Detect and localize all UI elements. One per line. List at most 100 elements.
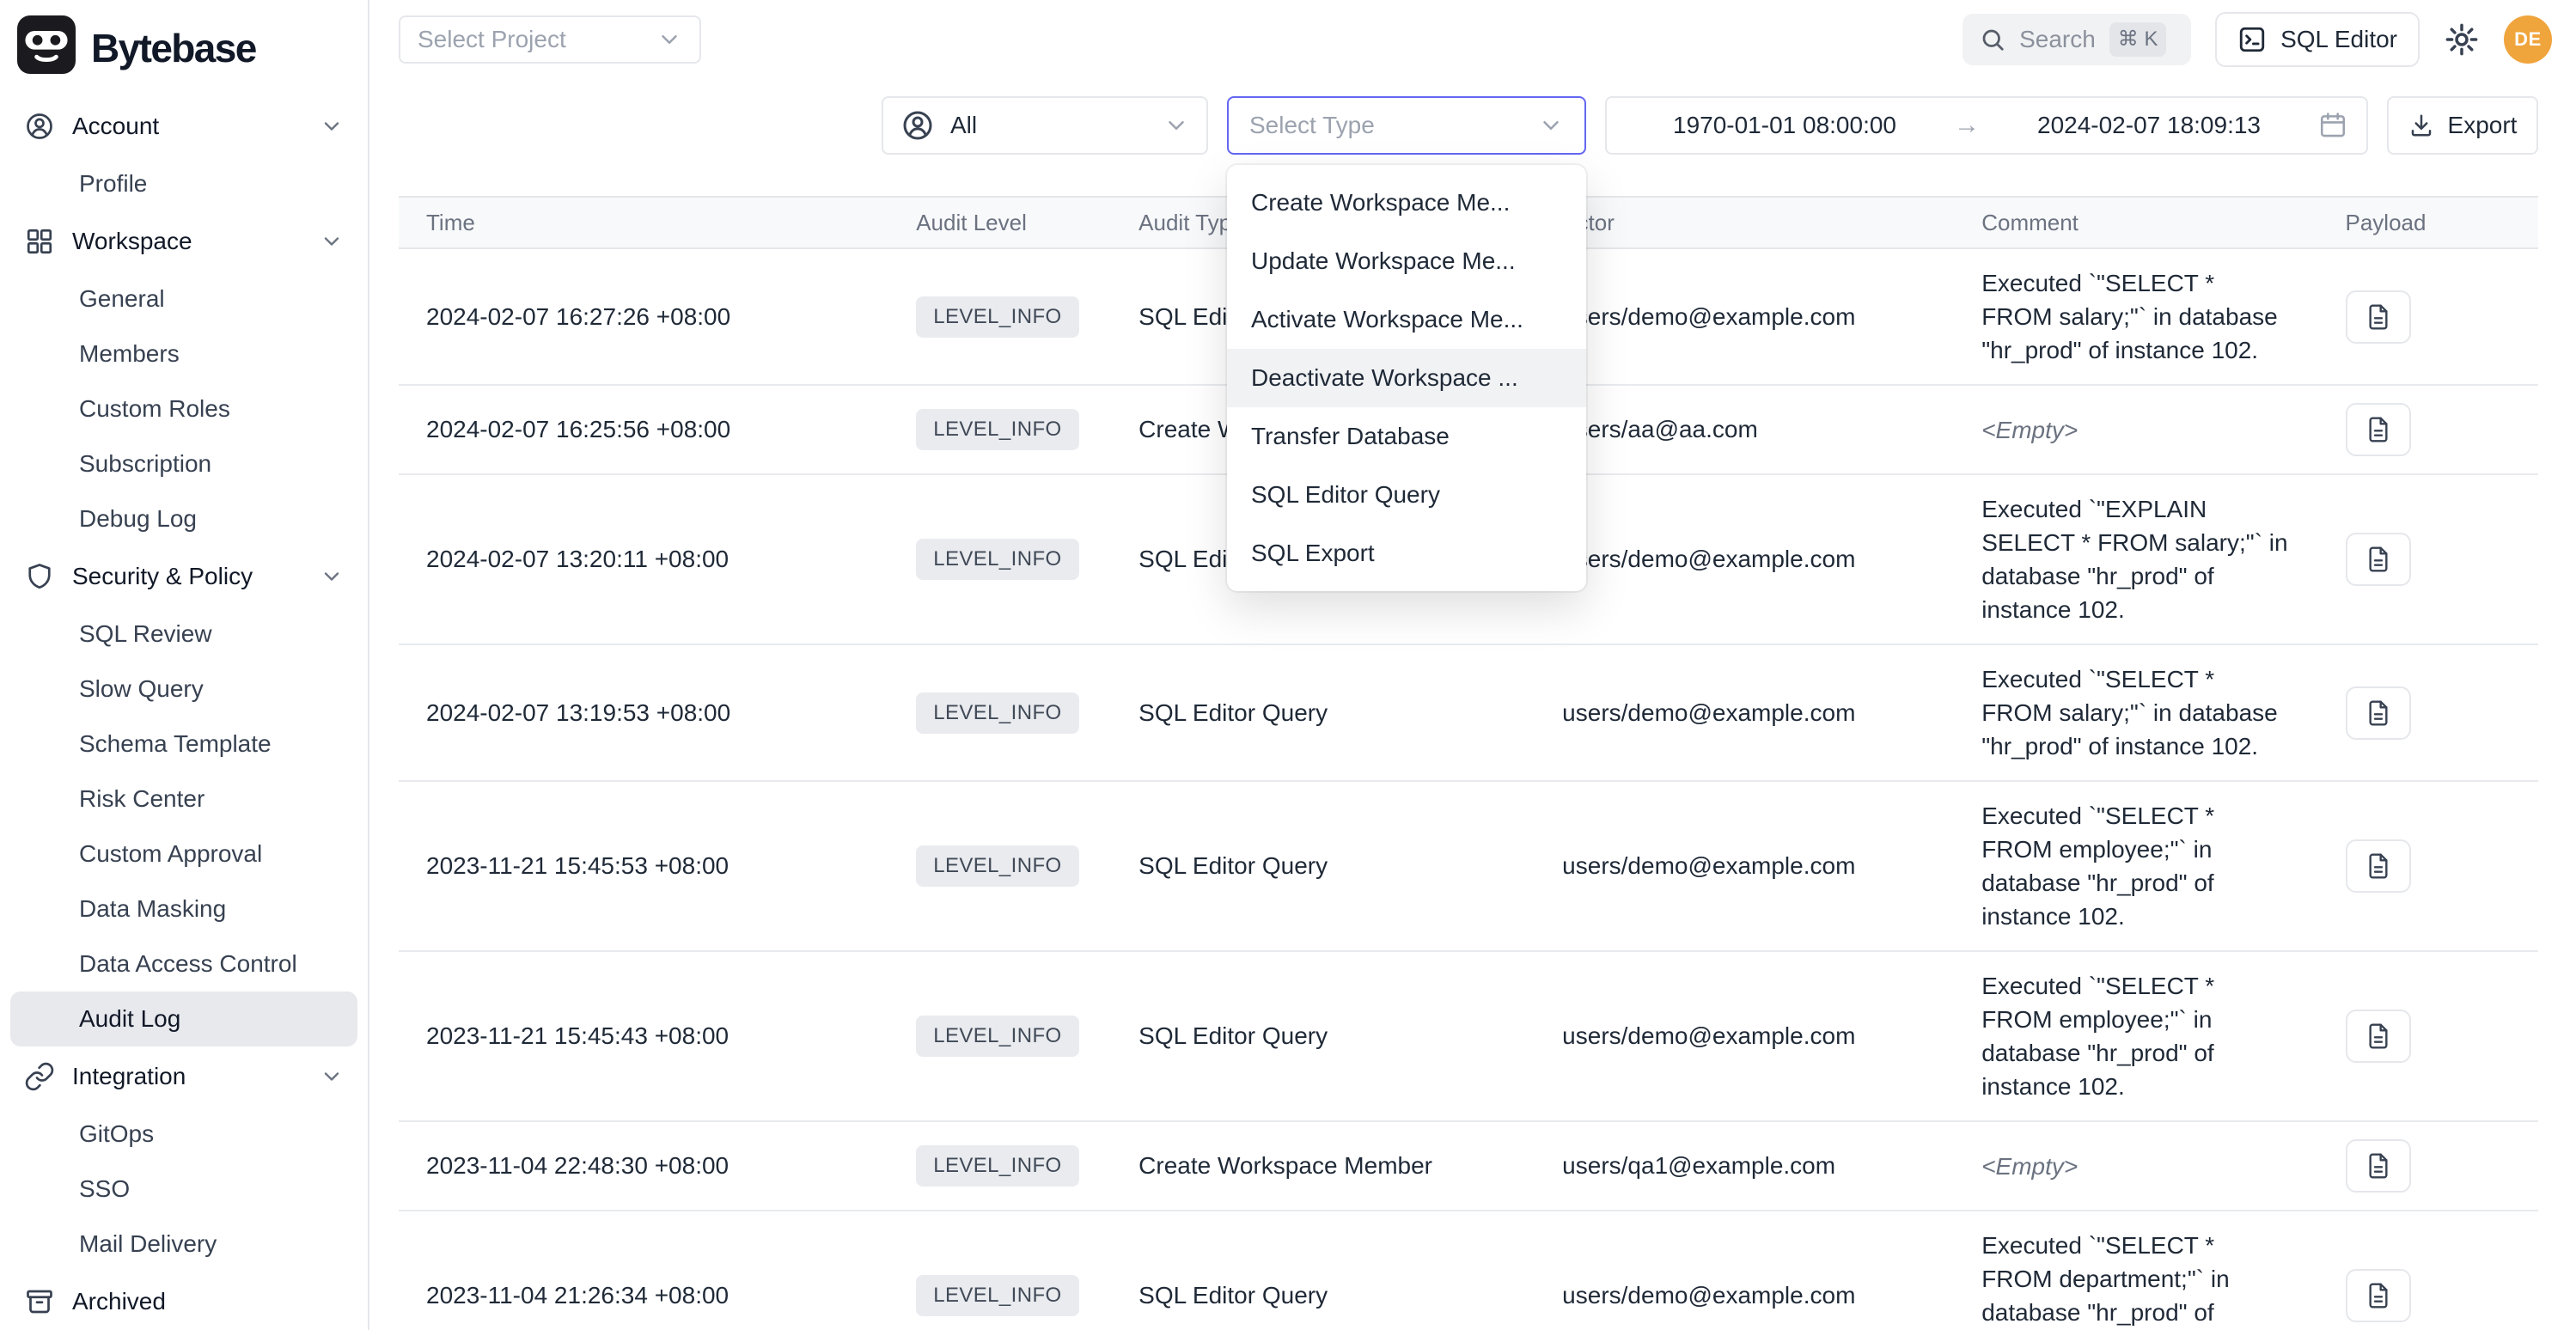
audit-actor: users/aa@aa.com: [1562, 404, 1926, 455]
audit-time: 2024-02-07 13:19:53 +08:00: [426, 687, 861, 739]
sql-editor-button[interactable]: SQL Editor: [2215, 12, 2420, 67]
sidebar-item-members[interactable]: Members: [10, 326, 357, 381]
audit-actor: users/demo@example.com: [1562, 1010, 1926, 1062]
archive-icon: [24, 1286, 55, 1317]
dropdown-option-sql-editor-query[interactable]: SQL Editor Query: [1227, 466, 1586, 524]
sidebar-nav: AccountProfileWorkspaceGeneralMembersCus…: [0, 96, 368, 1330]
sidebar-item-sql-review[interactable]: SQL Review: [10, 607, 357, 662]
column-header-actor: Actor: [1535, 197, 1954, 248]
dropdown-option-activate-workspace-me[interactable]: Activate Workspace Me...: [1227, 290, 1586, 349]
column-header-time: Time: [399, 197, 888, 248]
audit-level-badge: LEVEL_INFO: [916, 296, 1078, 338]
sidebar-item-gitops[interactable]: GitOps: [10, 1107, 357, 1162]
payload-button[interactable]: [2346, 686, 2411, 740]
audit-actor: users/demo@example.com: [1562, 291, 1926, 343]
date-to-value: 2024-02-07 18:09:13: [1990, 112, 2308, 139]
brand-wordmark: Bytebase: [91, 25, 256, 71]
payload-button[interactable]: [2346, 839, 2411, 893]
project-select[interactable]: Select Project: [399, 15, 701, 64]
column-header-payload: Payload: [2318, 197, 2539, 248]
payload-button[interactable]: [2346, 1139, 2411, 1193]
payload-file-icon: [2365, 303, 2392, 331]
type-filter-wrap: Select Type Create Workspace Me...Update…: [1227, 96, 1586, 155]
payload-file-icon: [2365, 852, 2392, 880]
audit-actor: users/demo@example.com: [1562, 687, 1926, 739]
payload-button[interactable]: [2346, 403, 2411, 456]
audit-level-badge: LEVEL_INFO: [916, 1145, 1078, 1187]
audit-actor: users/qa1@example.com: [1562, 1140, 1926, 1192]
payload-file-icon: [2365, 416, 2392, 443]
audit-time: 2024-02-07 16:25:56 +08:00: [426, 404, 861, 455]
payload-button[interactable]: [2346, 1010, 2411, 1063]
audit-actor: users/demo@example.com: [1562, 534, 1926, 585]
arrow-right-icon: →: [1954, 111, 1980, 140]
table-row: 2023-11-04 22:48:30 +08:00 LEVEL_INFO Crea…: [399, 1121, 2538, 1211]
sidebar-section-workspace[interactable]: Workspace: [0, 211, 368, 271]
table-row: 2023-11-04 21:26:34 +08:00 LEVEL_INFO SQL …: [399, 1211, 2538, 1330]
sidebar-section-label: Integration: [72, 1060, 186, 1093]
dropdown-option-create-workspace-me[interactable]: Create Workspace Me...: [1227, 174, 1586, 232]
audit-comment: Executed `"SELECT * FROM salary;"` in da…: [1981, 662, 2290, 763]
sidebar-item-schema-template[interactable]: Schema Template: [10, 717, 357, 772]
sidebar-item-custom-roles[interactable]: Custom Roles: [10, 381, 357, 436]
sidebar-item-data-access-control[interactable]: Data Access Control: [10, 936, 357, 991]
actor-filter-select[interactable]: All: [882, 96, 1208, 155]
sidebar-item-subscription[interactable]: Subscription: [10, 436, 357, 491]
table-row: 2024-02-07 13:19:53 +08:00LEVEL_INFOSQL …: [399, 644, 2538, 781]
sidebar-section-integration[interactable]: Integration: [0, 1046, 368, 1107]
search-input[interactable]: Search ⌘ K: [1963, 14, 2191, 65]
sidebar-section-label: Account: [72, 110, 159, 143]
table-row: 2023-11-21 15:45:43 +08:00LEVEL_INFOSQL …: [399, 951, 2538, 1121]
user-avatar[interactable]: DE: [2504, 15, 2552, 64]
audit-comment: Executed `"SELECT * FROM employee;"` in …: [1981, 969, 2290, 1103]
date-range-picker[interactable]: 1970-01-01 08:00:00 → 2024-02-07 18:09:1…: [1605, 96, 2368, 155]
payload-button[interactable]: [2346, 290, 2411, 344]
payload-button[interactable]: [2346, 1269, 2411, 1322]
payload-file-icon: [2365, 546, 2392, 573]
top-bar: Select Project Search ⌘ K SQL: [369, 0, 2576, 79]
audit-type: SQL Editor Query: [1138, 1010, 1507, 1062]
sidebar-item-audit-log[interactable]: Audit Log: [10, 991, 357, 1046]
actor-filter-value: All: [950, 112, 977, 139]
export-button[interactable]: Export: [2387, 96, 2538, 155]
type-filter-placeholder: Select Type: [1249, 112, 1375, 139]
sidebar-item-sso[interactable]: SSO: [10, 1162, 357, 1217]
dropdown-option-transfer-database[interactable]: Transfer Database: [1227, 407, 1586, 466]
sidebar-section-security-policy[interactable]: Security & Policy: [0, 546, 368, 607]
brand-home-link[interactable]: Bytebase: [0, 10, 368, 96]
audit-type: SQL Editor Query: [1138, 1270, 1507, 1321]
audit-type: Create Workspace Member: [1138, 1140, 1507, 1192]
payload-file-icon: [2365, 1022, 2392, 1050]
audit-time: 2023-11-21 15:45:53 +08:00: [426, 840, 861, 892]
date-from-value: 1970-01-01 08:00:00: [1626, 112, 1944, 139]
audit-level-badge: LEVEL_INFO: [916, 1275, 1078, 1316]
sidebar-section-account[interactable]: Account: [0, 96, 368, 156]
dropdown-option-sql-export[interactable]: SQL Export: [1227, 524, 1586, 583]
dropdown-option-deactivate-workspace[interactable]: Deactivate Workspace ...: [1227, 349, 1586, 407]
audit-comment: <Empty>: [1981, 1140, 2290, 1192]
audit-time: 2023-11-04 22:48:30 +08:00: [426, 1140, 861, 1192]
sidebar-item-profile[interactable]: Profile: [10, 156, 357, 211]
project-select-placeholder: Select Project: [418, 26, 566, 53]
filter-bar: All Select Type Create Workspace Me...Up…: [369, 79, 2576, 155]
download-icon: [2408, 113, 2434, 138]
audit-level-badge: LEVEL_INFO: [916, 409, 1078, 450]
type-filter-select[interactable]: Select Type: [1227, 96, 1586, 155]
gear-icon[interactable]: [2444, 21, 2480, 58]
shield-icon: [24, 561, 55, 592]
sidebar-item-general[interactable]: General: [10, 271, 357, 326]
sidebar-item-slow-query[interactable]: Slow Query: [10, 662, 357, 717]
sidebar-item-custom-approval[interactable]: Custom Approval: [10, 827, 357, 882]
sidebar-item-data-masking[interactable]: Data Masking: [10, 882, 357, 936]
export-label: Export: [2448, 112, 2518, 139]
sidebar-section-archived[interactable]: Archived: [0, 1272, 368, 1330]
dropdown-option-update-workspace-me[interactable]: Update Workspace Me...: [1227, 232, 1586, 290]
payload-button[interactable]: [2346, 533, 2411, 586]
sidebar-section-label: Security & Policy: [72, 560, 253, 593]
sidebar-item-mail-delivery[interactable]: Mail Delivery: [10, 1217, 357, 1272]
sidebar-item-debug-log[interactable]: Debug Log: [10, 491, 357, 546]
audit-type: SQL Editor Query: [1138, 687, 1507, 739]
chevron-down-icon: [320, 1065, 344, 1089]
audit-time: 2023-11-04 21:26:34 +08:00: [426, 1270, 861, 1321]
sidebar-item-risk-center[interactable]: Risk Center: [10, 772, 357, 827]
